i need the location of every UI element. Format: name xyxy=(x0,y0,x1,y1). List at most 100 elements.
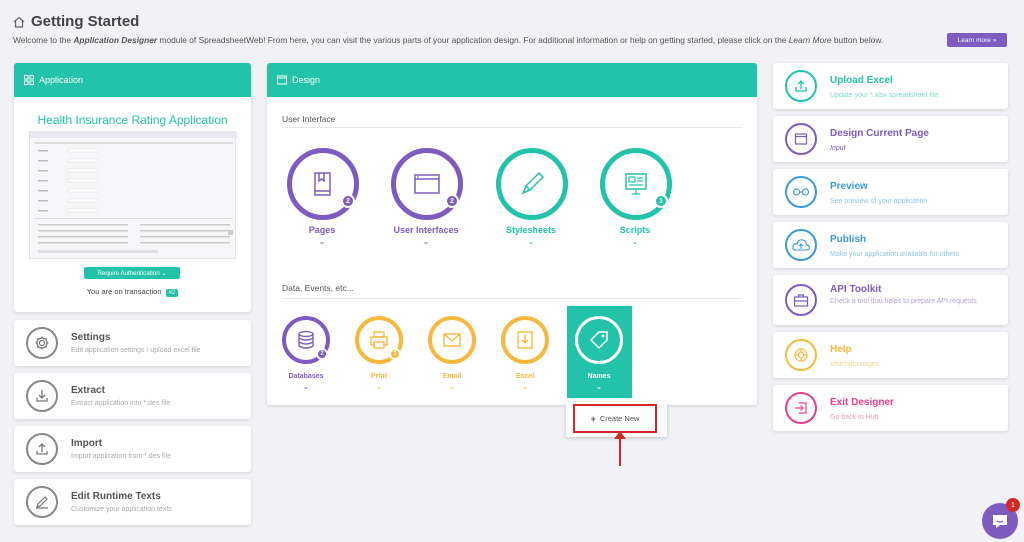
preview-card[interactable]: Preview See preview of your application xyxy=(773,169,1008,215)
welcome-text: Welcome to the Application Designer modu… xyxy=(13,35,884,45)
names-label: Names xyxy=(587,373,611,380)
publish-title: Publish xyxy=(830,234,867,245)
design-current-page-title: Design Current Page xyxy=(830,128,929,139)
user-interface-section-label: User Interface xyxy=(282,114,336,124)
window-icon xyxy=(277,75,287,85)
application-card: Application Health Insurance Rating Appl… xyxy=(14,63,251,312)
chat-bubble-icon xyxy=(993,515,1007,528)
email-label: Email xyxy=(442,373,462,380)
transaction-info: You are on transaction #2 xyxy=(14,287,251,297)
settings-title: Settings xyxy=(71,332,111,343)
user-interfaces-count-badge: 2 xyxy=(445,194,459,208)
window-icon xyxy=(785,123,817,155)
presentation-board-icon xyxy=(600,148,672,220)
extract-subtitle: Extract application into *.des file xyxy=(71,400,171,407)
lifebuoy-icon xyxy=(785,339,817,371)
import-subtitle: Import application from *.des file xyxy=(71,453,171,460)
databases-label: Databases xyxy=(288,373,324,380)
cloud-upload-icon xyxy=(785,229,817,261)
edit-runtime-texts-subtitle: Customize your application texts xyxy=(71,506,172,513)
help-card[interactable]: Help Visit help pages xyxy=(773,332,1008,378)
pages-count-badge: 2 xyxy=(341,194,355,208)
design-current-page-subtitle: Input xyxy=(830,145,846,152)
create-new-label: Create New xyxy=(599,414,640,423)
chevron-down-icon[interactable]: ⌄ xyxy=(625,237,645,246)
publish-subtitle: Make your application available for othe… xyxy=(830,251,960,258)
chevron-down-icon[interactable]: ⌄ xyxy=(369,382,389,391)
application-card-header: Application xyxy=(14,63,251,97)
glasses-icon xyxy=(785,176,817,208)
exit-designer-card[interactable]: Exit Designer Go back to Hub xyxy=(773,385,1008,431)
excel-label: Excel xyxy=(515,373,535,380)
chevron-down-icon[interactable]: ⌄ xyxy=(521,237,541,246)
preview-subtitle: See preview of your application xyxy=(830,198,928,205)
briefcase-icon xyxy=(785,284,817,316)
chevron-down-icon[interactable]: ⌄ xyxy=(296,382,316,391)
data-events-section-label: Data, Events, etc... xyxy=(282,283,354,293)
upload-excel-icon xyxy=(785,70,817,102)
chevron-down-icon[interactable]: ⌄ xyxy=(416,237,436,246)
databases-count-badge: 2 xyxy=(316,348,328,360)
chevron-down-icon[interactable]: ⌄ xyxy=(589,382,609,391)
upload-excel-subtitle: Update your *.xlsx spreadsheet file xyxy=(830,92,939,99)
settings-card[interactable]: Settings Edit application settings / upl… xyxy=(14,320,251,366)
download-icon xyxy=(26,380,58,412)
annotation-arrow xyxy=(619,436,621,466)
user-interfaces-label: User Interfaces xyxy=(393,225,459,235)
upload-excel-card[interactable]: Upload Excel Update your *.xlsx spreadsh… xyxy=(773,63,1008,109)
create-new-menu-item[interactable]: + Create New xyxy=(573,404,657,433)
api-toolkit-title: API Toolkit xyxy=(830,284,882,295)
stylesheets-label: Stylesheets xyxy=(505,225,557,235)
print-label: Print xyxy=(371,373,387,380)
preview-title: Preview xyxy=(830,181,868,192)
import-card[interactable]: Import Import application from *.des fil… xyxy=(14,426,251,472)
extract-title: Extract xyxy=(71,385,105,396)
home-icon xyxy=(13,16,25,28)
upload-icon xyxy=(26,433,58,465)
chat-notification-badge: 1 xyxy=(1006,498,1020,512)
publish-card[interactable]: Publish Make your application available … xyxy=(773,222,1008,268)
api-toolkit-card[interactable]: API Toolkit Check a tool that helps to p… xyxy=(773,275,1008,325)
edit-runtime-texts-title: Edit Runtime Texts xyxy=(71,491,161,502)
brush-icon xyxy=(496,148,568,220)
settings-subtitle: Edit application settings / upload excel… xyxy=(71,347,201,354)
print-count-badge: 1 xyxy=(389,348,401,360)
envelope-icon xyxy=(428,316,476,364)
help-subtitle: Visit help pages xyxy=(830,361,880,368)
excel-download-icon xyxy=(501,316,549,364)
api-toolkit-subtitle: Check a tool that helps to prepare API r… xyxy=(830,298,977,305)
page-header: Getting Started xyxy=(13,13,139,30)
gear-icon xyxy=(26,327,58,359)
tag-icon xyxy=(575,316,623,364)
application-title[interactable]: Health Insurance Rating Application xyxy=(14,113,251,127)
edit-icon xyxy=(26,486,58,518)
scripts-label: Scripts xyxy=(619,225,651,235)
extract-card[interactable]: Extract Extract application into *.des f… xyxy=(14,373,251,419)
grid-icon xyxy=(24,75,34,85)
design-card: Design User Interface 2 Pages ⌄ 2 User I… xyxy=(267,63,757,405)
exit-icon xyxy=(785,392,817,424)
edit-runtime-texts-card[interactable]: Edit Runtime Texts Customize your applic… xyxy=(14,479,251,525)
transaction-badge: #2 xyxy=(165,289,179,297)
learn-more-button[interactable]: Learn more » xyxy=(947,33,1007,47)
require-authentication-button[interactable]: Require Authentication ⌄ xyxy=(84,267,180,279)
divider xyxy=(282,127,742,128)
book-icon xyxy=(287,148,359,220)
browser-window-icon xyxy=(391,148,463,220)
pages-label: Pages xyxy=(308,225,336,235)
application-preview-thumbnail[interactable] xyxy=(29,131,237,259)
exit-designer-subtitle: Go back to Hub xyxy=(830,414,879,421)
chevron-down-icon[interactable]: ⌄ xyxy=(515,382,535,391)
design-current-page-card[interactable]: Design Current Page Input xyxy=(773,116,1008,162)
upload-excel-title: Upload Excel xyxy=(830,75,893,86)
scripts-count-badge: 1 xyxy=(654,194,668,208)
divider xyxy=(282,298,742,299)
page-title: Getting Started xyxy=(13,13,139,30)
chevron-down-icon[interactable]: ⌄ xyxy=(312,237,332,246)
chevron-down-icon[interactable]: ⌄ xyxy=(442,382,462,391)
help-title: Help xyxy=(830,344,852,355)
plus-icon: + xyxy=(590,413,596,424)
exit-designer-title: Exit Designer xyxy=(830,397,894,408)
design-card-header: Design xyxy=(267,63,757,97)
chat-widget-button[interactable]: 1 xyxy=(982,498,1020,539)
